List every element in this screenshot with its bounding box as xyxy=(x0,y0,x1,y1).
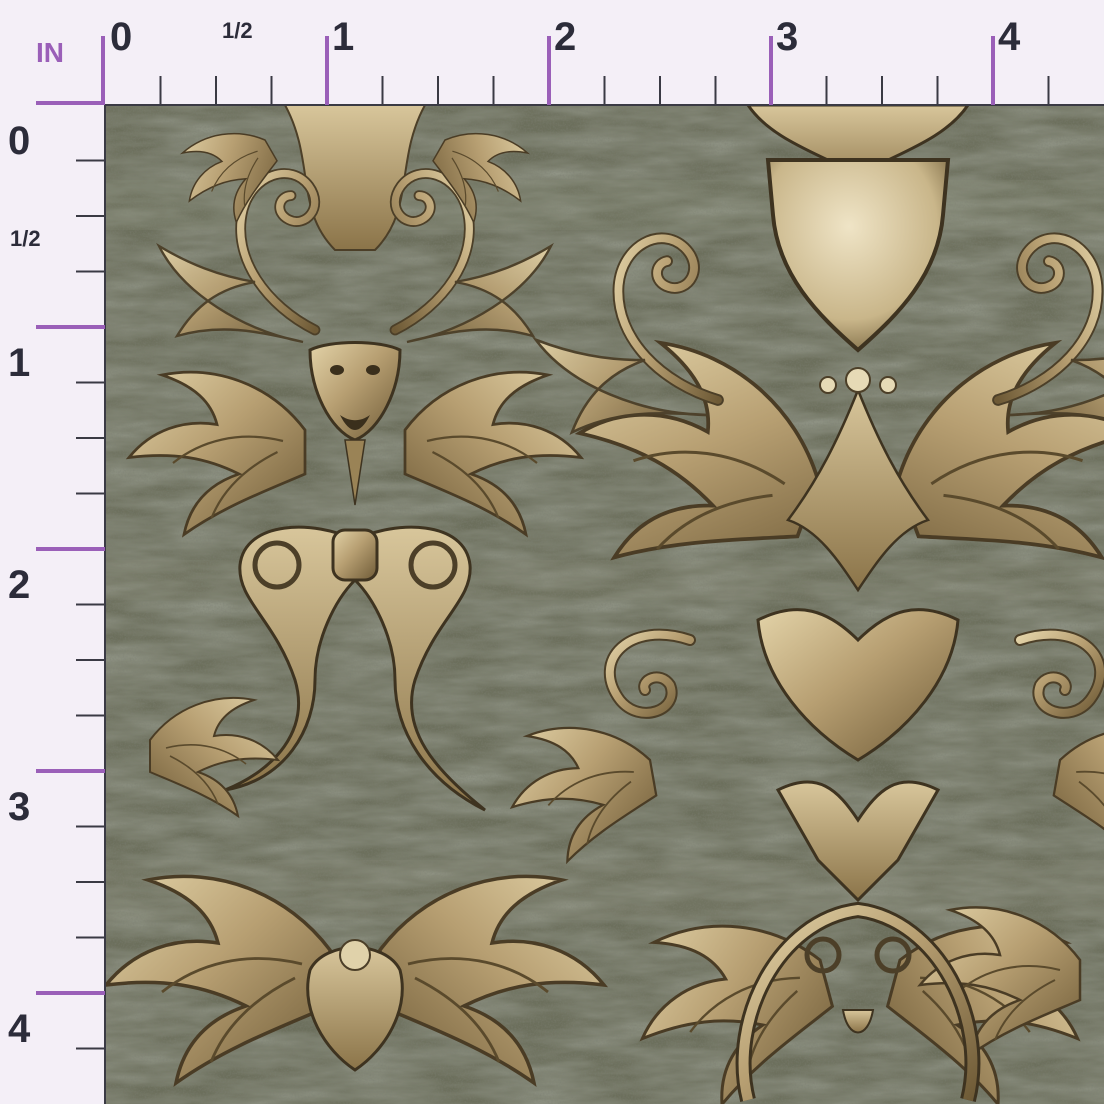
left-ruler xyxy=(36,159,105,1050)
left-label-2: 2 xyxy=(8,563,30,607)
fabric-swatch xyxy=(105,105,1104,1104)
left-label-4: 4 xyxy=(8,1007,31,1051)
ruler-unit-label: IN xyxy=(36,37,64,68)
left-label-3: 3 xyxy=(8,785,30,829)
left-label-half: 1/2 xyxy=(10,226,41,251)
top-label-3: 3 xyxy=(776,15,798,59)
ruler-canvas: IN 0 1/2 1 2 3 4 0 1/2 1 2 3 4 xyxy=(8,15,1104,1104)
left-label-0: 0 xyxy=(8,119,30,163)
top-label-2: 2 xyxy=(554,15,576,59)
top-label-4: 4 xyxy=(998,15,1021,59)
fabric-preview: IN 0 1/2 1 2 3 4 0 1/2 1 2 3 4 xyxy=(0,0,1104,1104)
top-label-1: 1 xyxy=(332,15,354,59)
top-label-0: 0 xyxy=(110,15,132,59)
top-ruler xyxy=(159,36,1050,105)
top-label-half: 1/2 xyxy=(222,18,253,43)
left-label-1: 1 xyxy=(8,341,30,385)
